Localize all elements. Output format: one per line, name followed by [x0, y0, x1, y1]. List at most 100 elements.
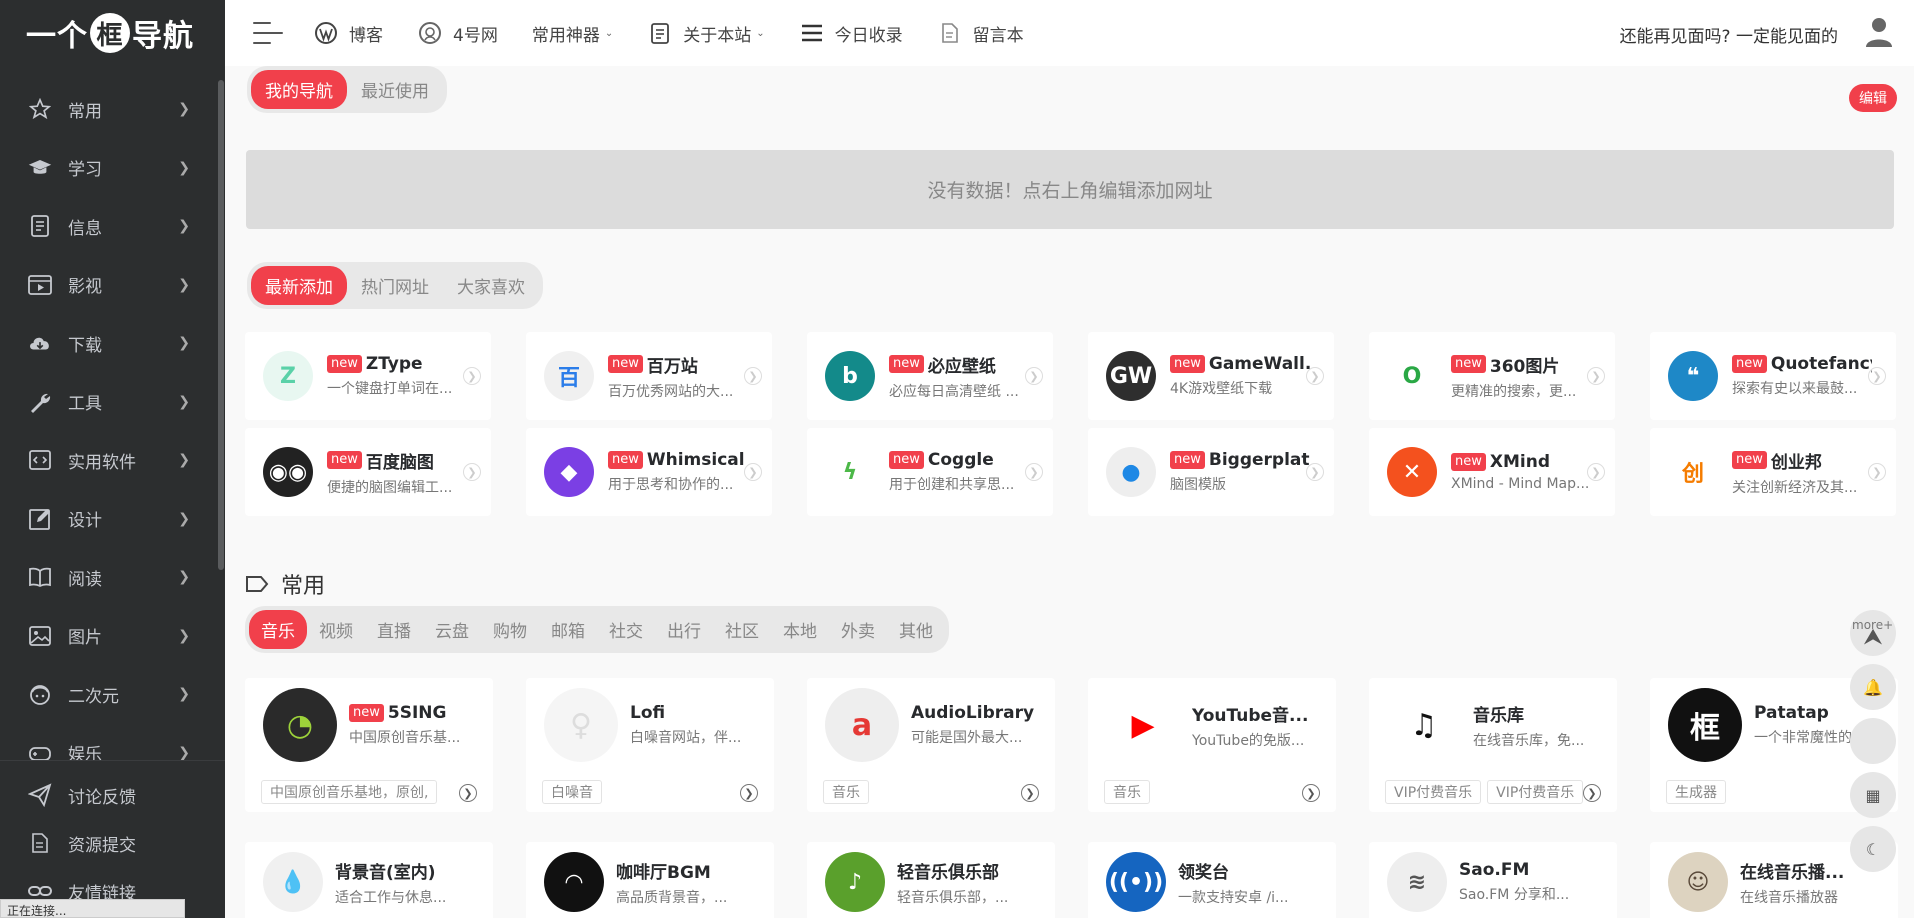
category-tab[interactable]: 社区: [713, 610, 771, 649]
site-card[interactable]: 创 new 创业邦 关注创新经济及其... ❯: [1650, 428, 1896, 516]
site-desc: XMind - Mind Map...: [1451, 476, 1590, 492]
nav-item-3[interactable]: 关于本站 ⌄: [647, 20, 765, 46]
site-tag[interactable]: 白噪音: [542, 780, 602, 804]
site-title: new 百万站: [608, 352, 748, 377]
arrow-right-circle-icon[interactable]: ❯: [740, 784, 758, 802]
site-card[interactable]: ● new Biggerplate 脑图模版 ❯: [1088, 428, 1334, 516]
category-tab[interactable]: 邮箱: [539, 610, 597, 649]
site-card[interactable]: GW newGameWall... 4K游戏壁纸下载 ❯: [1088, 332, 1334, 420]
arrow-right-circle-icon[interactable]: ❯: [1583, 784, 1601, 802]
site-card[interactable]: ♀ Lofi 白噪音网站，伴... 白噪音 ❯: [526, 678, 774, 812]
sidebar-item-5[interactable]: 工具 ❯: [0, 373, 218, 432]
site-card[interactable]: ((•)) 领奖台 一款支持安卓 /i...: [1088, 842, 1336, 918]
category-tab[interactable]: 本地: [771, 610, 829, 649]
site-card[interactable]: ◉◉ new 百度脑图 便捷的脑图编辑工... ❯: [245, 428, 491, 516]
sidebar-item-8[interactable]: 阅读 ❯: [0, 548, 218, 607]
arrow-right-circle-icon[interactable]: ❯: [1306, 367, 1324, 385]
tab-liked[interactable]: 大家喜欢: [443, 266, 539, 305]
arrow-right-circle-icon[interactable]: ❯: [1021, 784, 1039, 802]
site-card[interactable]: ϟ new Coggle 用于创建和共享思... ❯: [807, 428, 1053, 516]
site-card[interactable]: ✕ new XMind XMind - Mind Map... ❯: [1369, 428, 1615, 516]
site-tag[interactable]: 中国原创音乐基地，原创,: [261, 780, 438, 804]
site-logo-icon: ♫: [1387, 688, 1461, 762]
nav-item-2[interactable]: 常用神器 ⌄: [532, 21, 613, 46]
category-tab[interactable]: 音乐: [249, 610, 307, 649]
calculator-button[interactable]: ▦: [1850, 772, 1896, 818]
category-tab[interactable]: 其他: [887, 610, 945, 649]
nav-item-4[interactable]: 今日收录: [799, 20, 903, 46]
edit-button[interactable]: 编辑: [1849, 84, 1897, 112]
menu-toggle-icon[interactable]: [253, 22, 283, 44]
sidebar-item-1[interactable]: 学习 ❯: [0, 139, 218, 198]
arrow-right-circle-icon[interactable]: ❯: [459, 784, 477, 802]
arrow-right-circle-icon[interactable]: ❯: [744, 367, 762, 385]
arrow-right-circle-icon[interactable]: ❯: [1306, 463, 1324, 481]
sidebar-item-2[interactable]: 信息 ❯: [0, 197, 218, 256]
arrow-right-circle-icon[interactable]: ❯: [1025, 463, 1043, 481]
site-tag[interactable]: VIP付费音乐: [1385, 780, 1482, 804]
site-info: new 5SING 中国原创音乐基...: [349, 703, 493, 747]
section-common-label: 常用: [281, 574, 326, 599]
user-icon[interactable]: [1864, 16, 1894, 48]
site-card[interactable]: ▶ YouTube音... YouTube的免版... 音乐 ❯: [1088, 678, 1336, 812]
sidebar-item-10[interactable]: 二次元 ❯: [0, 665, 218, 724]
sidebar-item-6[interactable]: 实用软件 ❯: [0, 431, 218, 490]
category-tab[interactable]: 社交: [597, 610, 655, 649]
sidebar-item-label: 图片: [68, 628, 102, 649]
site-logo[interactable]: 一个 框 导航: [0, 0, 225, 66]
arrow-right-circle-icon[interactable]: ❯: [744, 463, 762, 481]
sidebar-footer-item-1[interactable]: 资源提交: [0, 819, 225, 867]
arrow-right-circle-icon[interactable]: ❯: [1868, 463, 1886, 481]
back-to-top-button[interactable]: more+ ⮝: [1850, 610, 1896, 656]
sidebar-item-3[interactable]: 影视 ❯: [0, 256, 218, 315]
notification-button[interactable]: 🔔: [1850, 664, 1896, 710]
site-card[interactable]: ◠ 咖啡厅BGM 高品质背景音，...: [526, 842, 774, 918]
site-card[interactable]: ♫ 音乐库 在线音乐库，免... VIP付费音乐 VIP付费音乐 ❯: [1369, 678, 1617, 812]
tab-hot[interactable]: 热门网址: [347, 266, 443, 305]
arrow-right-circle-icon[interactable]: ❯: [1868, 367, 1886, 385]
site-tag[interactable]: VIP付费音乐: [1487, 780, 1584, 804]
site-tag[interactable]: 音乐: [823, 780, 869, 804]
sidebar-item-11[interactable]: 娱乐 ❯: [0, 724, 218, 760]
category-tab[interactable]: 云盘: [423, 610, 481, 649]
site-card[interactable]: ≋ Sao.FM Sao.FM 分享和...: [1369, 842, 1617, 918]
category-tab[interactable]: 直播: [365, 610, 423, 649]
site-card[interactable]: ◆ new Whimsical 用于思考和协作的... ❯: [526, 428, 772, 516]
site-card[interactable]: ❝ new Quotefancy 探索有史以来最鼓... ❯: [1650, 332, 1896, 420]
site-tag[interactable]: 生成器: [1666, 780, 1726, 804]
site-card[interactable]: ◔ new 5SING 中国原创音乐基... 中国原创音乐基地，原创, ❯: [245, 678, 493, 812]
category-tab[interactable]: 视频: [307, 610, 365, 649]
arrow-right-circle-icon[interactable]: ❯: [463, 463, 481, 481]
site-card[interactable]: ♪ 轻音乐俱乐部 轻音乐俱乐部，...: [807, 842, 1055, 918]
sidebar-item-7[interactable]: 设计 ❯: [0, 490, 218, 549]
arrow-right-circle-icon[interactable]: ❯: [463, 367, 481, 385]
site-card[interactable]: a AudioLibrary 可能是国外最大... 音乐 ❯: [807, 678, 1055, 812]
arrow-right-circle-icon[interactable]: ❯: [1587, 463, 1605, 481]
category-tab[interactable]: 购物: [481, 610, 539, 649]
sidebar-item-4[interactable]: 下载 ❯: [0, 314, 218, 373]
tab-recent[interactable]: 最近使用: [347, 70, 443, 109]
site-card[interactable]: 💧 背景音(室内) 适合工作与休息...: [245, 842, 493, 918]
tab-latest[interactable]: 最新添加: [251, 266, 347, 305]
site-card[interactable]: 百 new 百万站 百万优秀网站的大... ❯: [526, 332, 772, 420]
arrow-right-circle-icon[interactable]: ❯: [1587, 367, 1605, 385]
tab-my-nav[interactable]: 我的导航: [251, 70, 347, 109]
nav-item-0[interactable]: 博客: [313, 20, 383, 46]
category-tab[interactable]: 出行: [655, 610, 713, 649]
category-tab[interactable]: 外卖: [829, 610, 887, 649]
nav-item-1[interactable]: 4号网: [417, 20, 498, 46]
site-card[interactable]: b new 必应壁纸 必应每日高清壁纸 ... ❯: [807, 332, 1053, 420]
dark-mode-button[interactable]: ☾: [1850, 826, 1896, 872]
site-tag[interactable]: 音乐: [1104, 780, 1150, 804]
nav-item-5[interactable]: 留言本: [937, 20, 1024, 46]
arrow-right-circle-icon[interactable]: ❯: [1302, 784, 1320, 802]
sidebar-scrollbar[interactable]: [218, 80, 224, 570]
site-card[interactable]: Onew 360图片 更精准的搜索，更... ❯: [1369, 332, 1615, 420]
sidebar-item-9[interactable]: 图片 ❯: [0, 607, 218, 666]
blank-tool-button[interactable]: [1850, 718, 1896, 764]
sidebar-footer-item-0[interactable]: 讨论反馈: [0, 771, 225, 819]
sidebar-item-0[interactable]: 常用 ❯: [0, 80, 218, 139]
site-card[interactable]: Znew ZType 一个键盘打单词在... ❯: [245, 332, 491, 420]
arrow-right-circle-icon[interactable]: ❯: [1025, 367, 1043, 385]
site-logo-icon: O: [1387, 351, 1437, 401]
